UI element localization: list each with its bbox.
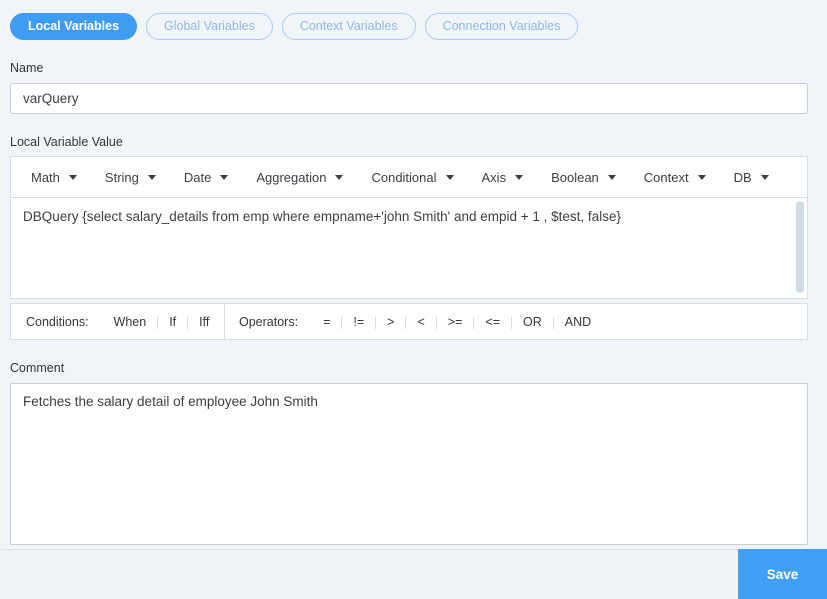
boolean-dropdown[interactable]: Boolean: [537, 157, 630, 197]
chevron-down-icon: [760, 174, 769, 180]
variable-value-wrapper: DBQuery {select salary_details from emp …: [10, 198, 808, 299]
conditional-dropdown-label: Conditional: [371, 169, 437, 185]
comment-input[interactable]: Fetches the salary detail of employee Jo…: [10, 383, 808, 545]
chevron-down-icon: [697, 174, 706, 180]
condition-when[interactable]: When: [103, 315, 158, 329]
tab-context-variables[interactable]: Context Variables: [281, 13, 416, 40]
chevron-down-icon: [515, 174, 524, 180]
aggregation-dropdown-label: Aggregation: [256, 169, 327, 185]
chevron-down-icon: [607, 174, 616, 180]
save-button[interactable]: Save: [738, 549, 827, 599]
footer-bar: Save: [0, 549, 827, 599]
chevron-down-icon: [68, 174, 77, 180]
variable-type-tabs: Local Variables Global Variables Context…: [10, 13, 808, 40]
operator-less-equal[interactable]: <=: [474, 315, 511, 329]
string-dropdown[interactable]: String: [91, 157, 170, 197]
variables-panel: Local Variables Global Variables Context…: [0, 0, 827, 545]
string-dropdown-label: String: [104, 169, 139, 185]
db-dropdown-label: DB: [733, 169, 752, 185]
condition-iff[interactable]: Iff: [188, 315, 220, 329]
function-toolbar: Math String Date Aggregation Conditional…: [10, 156, 808, 198]
chevron-down-icon: [147, 174, 156, 180]
tab-local-variables[interactable]: Local Variables: [10, 13, 138, 40]
context-dropdown[interactable]: Context: [630, 157, 720, 197]
math-dropdown[interactable]: Math: [17, 157, 91, 197]
math-dropdown-label: Math: [31, 169, 60, 185]
scrollbar-thumb[interactable]: [796, 201, 804, 293]
boolean-dropdown-label: Boolean: [551, 169, 599, 185]
value-editor: Math String Date Aggregation Conditional…: [10, 156, 808, 340]
chevron-down-icon: [335, 174, 344, 180]
tab-connection-variables[interactable]: Connection Variables: [424, 13, 579, 40]
conditions-operators-bar: Conditions: When If Iff Operators: = != …: [10, 303, 808, 340]
variable-name-input[interactable]: [10, 83, 808, 114]
operator-greater-than[interactable]: >: [376, 315, 405, 329]
condition-if[interactable]: If: [158, 315, 187, 329]
conditional-dropdown[interactable]: Conditional: [357, 157, 467, 197]
tab-global-variables[interactable]: Global Variables: [146, 13, 273, 40]
name-label: Name: [10, 61, 44, 75]
operator-not-equals[interactable]: !=: [342, 315, 375, 329]
operator-greater-equal[interactable]: >=: [437, 315, 474, 329]
axis-dropdown-label: Axis: [481, 169, 507, 185]
operator-less-than[interactable]: <: [406, 315, 435, 329]
operators-group: Operators: = != > < >= <= OR AND: [225, 304, 602, 339]
chevron-down-icon: [220, 174, 229, 180]
operator-and[interactable]: AND: [554, 315, 602, 329]
context-dropdown-label: Context: [643, 169, 689, 185]
operators-label: Operators:: [239, 314, 299, 329]
comment-label: Comment: [10, 361, 65, 375]
axis-dropdown[interactable]: Axis: [468, 157, 538, 197]
date-dropdown-label: Date: [183, 169, 212, 185]
date-dropdown[interactable]: Date: [170, 157, 242, 197]
variable-value-input[interactable]: DBQuery {select salary_details from emp …: [11, 198, 807, 298]
db-dropdown[interactable]: DB: [720, 157, 783, 197]
conditions-label: Conditions:: [26, 314, 89, 329]
local-variable-value-label: Local Variable Value: [10, 135, 123, 149]
chevron-down-icon: [445, 174, 454, 180]
operator-equals[interactable]: =: [312, 315, 341, 329]
aggregation-dropdown[interactable]: Aggregation: [242, 157, 357, 197]
conditions-group: Conditions: When If Iff: [11, 304, 225, 339]
operator-or[interactable]: OR: [512, 315, 553, 329]
